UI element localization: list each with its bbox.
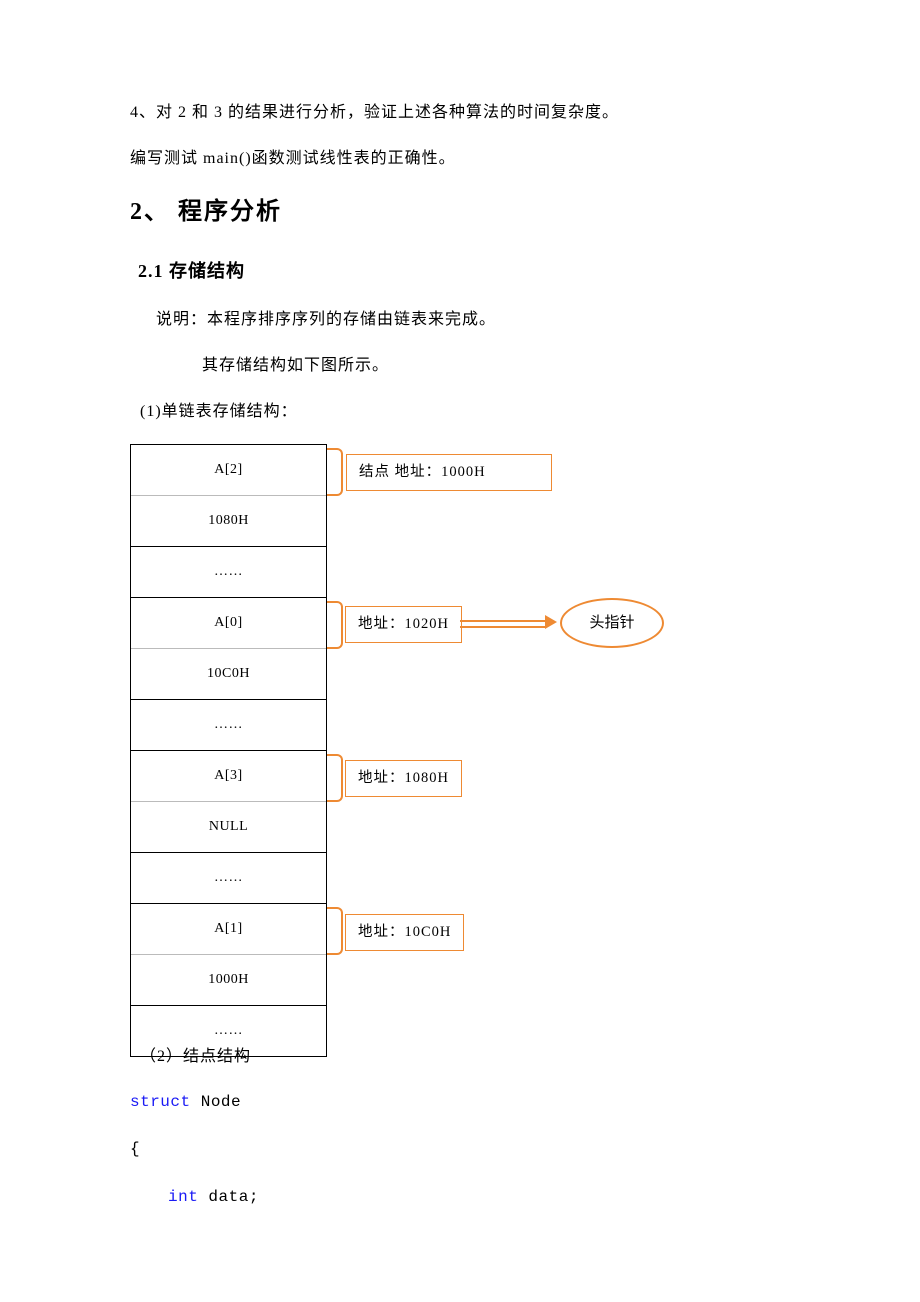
keyword-struct: struct	[130, 1093, 191, 1111]
description-line-3: (1)单链表存储结构：	[140, 399, 790, 425]
heading-2: 2、 程序分析	[130, 193, 790, 231]
cell-ellipsis-4: ……	[131, 1006, 326, 1057]
cell-10c0h: 10C0H	[131, 649, 326, 700]
cell-a2: A[2]	[131, 445, 326, 496]
callout-addr-1020h: 地址：1020H	[345, 606, 462, 643]
callout-addr-1080h: 地址：1080H	[345, 760, 462, 797]
document-page: 4、对 2 和 3 的结果进行分析，验证上述各种算法的时间复杂度。 编写测试 m…	[0, 0, 920, 1273]
memory-cells: A[2] 1080H …… A[0] 10C0H …… A[3] NULL ………	[130, 444, 327, 1057]
cell-1000h: 1000H	[131, 955, 326, 1006]
heading-2-1: 2.1 存储结构	[138, 257, 790, 286]
brace-2	[327, 601, 343, 649]
paragraph-main-test: 编写测试 main()函数测试线性表的正确性。	[130, 146, 790, 172]
cell-a0: A[0]	[131, 598, 326, 649]
code-var-data: data;	[198, 1188, 259, 1206]
linked-list-diagram: A[2] 1080H …… A[0] 10C0H …… A[3] NULL ………	[130, 444, 670, 1004]
cell-1080h: 1080H	[131, 496, 326, 547]
head-pointer-ellipse: 头指针	[560, 598, 664, 648]
description-line-2: 其存储结构如下图所示。	[202, 353, 790, 379]
code-line-brace-open: {	[130, 1137, 790, 1163]
cell-ellipsis-2: ……	[131, 700, 326, 751]
code-line-struct: struct Node	[130, 1090, 790, 1116]
callout-node-1000h: 结点 地址：1000H	[346, 454, 552, 491]
cell-a1: A[1]	[131, 904, 326, 955]
code-struct-name: Node	[191, 1093, 242, 1111]
cell-ellipsis-3: ……	[131, 853, 326, 904]
brace-1	[327, 448, 343, 496]
cell-a3: A[3]	[131, 751, 326, 802]
code-line-int-data: int data;	[168, 1185, 790, 1211]
cell-null: NULL	[131, 802, 326, 853]
keyword-int: int	[168, 1188, 198, 1206]
code-block: struct Node { int data;	[130, 1090, 790, 1211]
brace-3	[327, 754, 343, 802]
brace-4	[327, 907, 343, 955]
paragraph-4: 4、对 2 和 3 的结果进行分析，验证上述各种算法的时间复杂度。	[130, 100, 790, 126]
callout-addr-10c0h: 地址：10C0H	[345, 914, 464, 951]
description-line-1: 说明：本程序排序序列的存储由链表来完成。	[156, 307, 790, 333]
cell-ellipsis-1: ……	[131, 547, 326, 598]
